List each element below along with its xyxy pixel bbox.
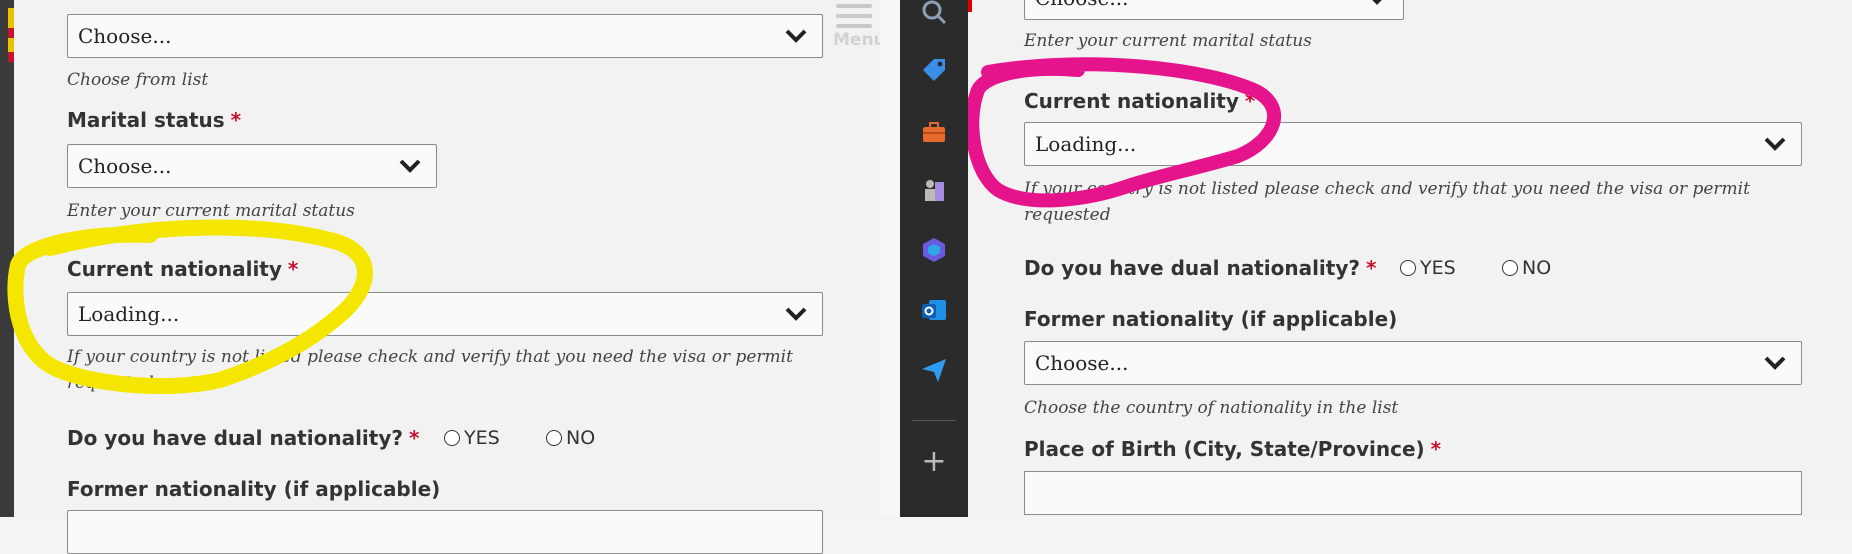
search-icon[interactable] [920, 0, 948, 28]
pane-divider [880, 0, 900, 517]
magenta-highlight-annotation [968, 57, 1282, 208]
briefcase-icon[interactable] [920, 118, 948, 146]
yellow-highlight-annotation [7, 219, 373, 394]
outlook-icon[interactable] [920, 296, 948, 324]
copilot-icon[interactable] [920, 236, 948, 264]
chess-icon[interactable] [920, 176, 948, 204]
add-icon[interactable]: + [920, 447, 948, 477]
tag-icon[interactable] [920, 56, 948, 84]
sidebar-divider [912, 420, 956, 421]
send-icon[interactable] [920, 356, 948, 384]
